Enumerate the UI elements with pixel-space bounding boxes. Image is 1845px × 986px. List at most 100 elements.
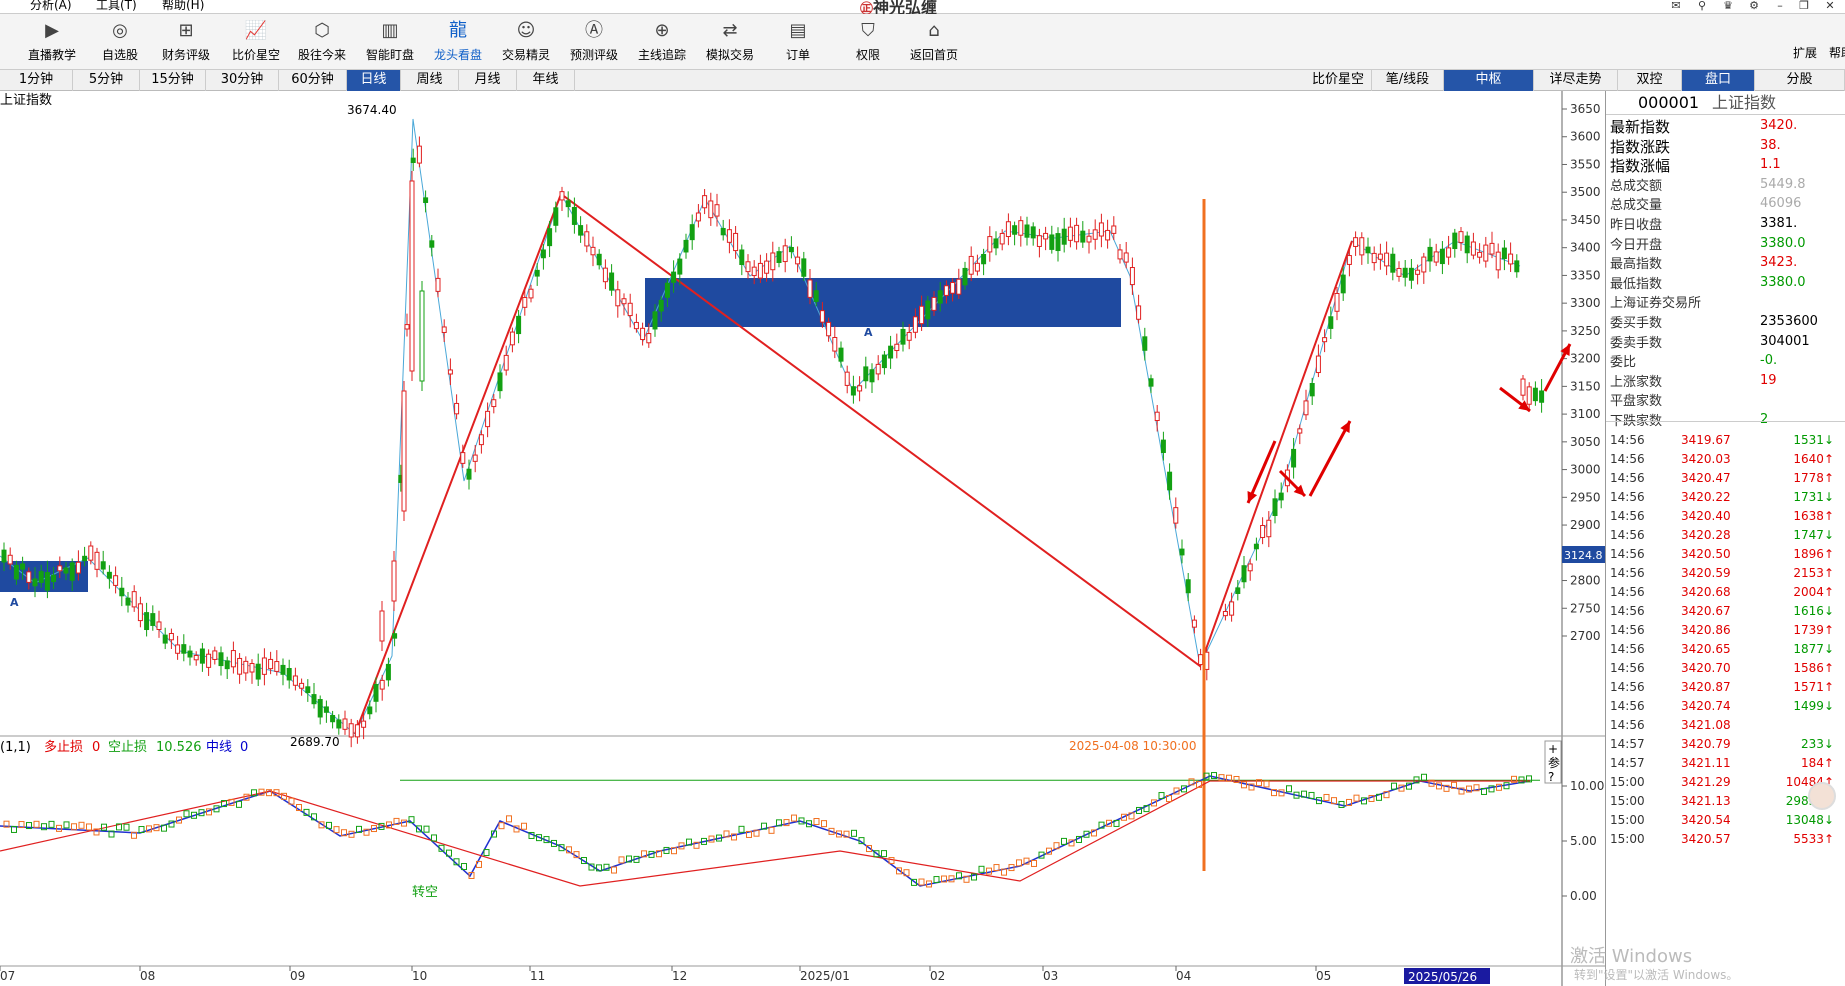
candle-body [726,229,732,243]
tick-volume: 1638↑ [1793,509,1834,523]
candle-body [385,663,391,681]
candle-body [534,269,540,277]
tick-row: 14:57 3421.11 184↑ [1606,754,1845,773]
tick-volume: 1616↓ [1793,604,1834,618]
indicator-bar [1286,785,1292,793]
date-badge-label: 2025/05/26 [1408,970,1477,984]
indicator-bar [1391,782,1397,790]
menu-help[interactable]: 帮助(H) [162,0,204,13]
y-tick-label: 2800 [1570,574,1601,588]
assistant-avatar[interactable] [1808,782,1836,810]
menu-tools[interactable]: 工具(T) [96,0,137,13]
view-tab-2[interactable]: 中枢 [1444,70,1534,91]
skin-icon[interactable]: ♛ [1720,0,1736,14]
candle-body [869,369,875,383]
candle-body [44,572,50,591]
candle-body [137,603,143,622]
toolbar-button-document[interactable]: ▤ 订单 [760,20,836,68]
quote-value: 3381. [1760,216,1798,231]
toolbar-button-compare-chart[interactable]: 📈 比价星空 [218,20,294,68]
candle-body [206,653,212,668]
indicator-bar [506,815,512,823]
toolbar-button-monitor[interactable]: ▥ 智能盯盘 [352,20,428,68]
tick-time: 14:57 [1610,737,1645,751]
toolbar-button-robot[interactable]: ☺ 交易精灵 [488,20,564,68]
menu-analysis[interactable]: 分析(A) [30,0,72,13]
toolbar-button-finance[interactable]: ⊞ 财务评级 [148,20,224,68]
candle-body [1136,305,1142,320]
view-tab-4[interactable]: 双控 [1618,70,1682,91]
candle-body [181,644,187,654]
candle-body [466,468,472,480]
period-tab-3[interactable]: 30分钟 [206,70,279,91]
kline-chart[interactable]: 3650 3600 3550 3500 3450 3400 3350 3300 3250 3200… [0,91,1605,986]
period-tab-0[interactable]: 1分钟 [0,70,73,91]
mail-icon[interactable]: ✉ [1668,0,1684,14]
candle-body [609,272,615,291]
tick-row: 15:00 3420.57 5533↑ [1606,830,1845,849]
candle-body [1260,524,1266,538]
candle-body [1012,225,1018,235]
candle-body [441,326,447,333]
candle-body [1266,519,1272,538]
pin-icon[interactable]: ⚲ [1694,0,1710,14]
help-button[interactable]: 帮助 [1829,44,1845,61]
candle-body [757,262,763,279]
candle-body [981,254,987,265]
toolbar-button-dragon[interactable]: 龍龙头看盘 [420,20,496,68]
compare-chart-icon: 📈 [244,20,268,41]
toolbar-button-ai[interactable]: Ⓐ 预测评级 [556,20,632,68]
toolbar-button-label: 自选股 [101,48,138,62]
candle-body [646,333,652,344]
candle-body [57,565,63,572]
toolbar-button-swap[interactable]: ⇄ 模拟交易 [692,20,768,68]
x-tick-label: 11 [530,969,545,983]
toolbar-button-play[interactable]: ▶ 直播教学 [14,20,90,68]
kline-chart-area[interactable]: 3650 3600 3550 3500 3450 3400 3350 3300 3250 3200… [0,91,1605,986]
expand-button[interactable]: 扩展 [1793,44,1817,61]
close-icon[interactable]: ✕ [1822,0,1838,14]
view-tab-3[interactable]: 详尽走势 [1534,70,1618,91]
view-tab-1[interactable]: 笔/线段 [1372,70,1444,91]
restore-icon[interactable]: ❐ [1796,0,1812,14]
candle-body [261,657,267,675]
candle-body [621,298,627,305]
candle-body [131,591,137,608]
candle-body [1427,246,1433,262]
candle-body [677,258,683,275]
home-icon: ⌂ [928,20,940,41]
candle-body [410,157,416,164]
period-tab-8[interactable]: 年线 [517,70,575,91]
toolbar-button-target[interactable]: ⊕ 主线追踪 [624,20,700,68]
period-tab-1[interactable]: 5分钟 [73,70,140,91]
view-tab-0[interactable]: 比价星空 [1305,70,1372,91]
period-tab-7[interactable]: 月线 [459,70,517,91]
settings-icon[interactable]: ⚙ [1746,0,1762,14]
period-tab-4[interactable]: 60分钟 [279,70,347,91]
view-tab-5[interactable]: 盘口 [1682,70,1755,91]
y-tick-label: 3500 [1570,185,1601,199]
minimize-icon[interactable]: – [1772,0,1788,14]
toolbar-button-radar[interactable]: ◎ 自选股 [82,20,158,68]
candle-body [125,597,131,606]
y-tick-label: 2700 [1570,629,1601,643]
period-tab-6[interactable]: 周线 [401,70,459,91]
tick-row: 14:57 3420.79 233↓ [1606,735,1845,754]
stock-name: 上证指数 [1712,93,1777,112]
candle-body [943,285,949,296]
candle-body [559,191,565,201]
period-tab-5[interactable]: 日线 [347,70,401,91]
robot-icon: ☺ [516,20,536,41]
indicator-bar [978,865,985,873]
view-tab-6[interactable]: 分股 [1755,70,1845,91]
toolbar-button-home[interactable]: ⌂ 返回首页 [896,20,972,68]
toolbar-button-cube[interactable]: ⬡ 股往今来 [284,20,360,68]
low-price-label: 2689.70 [290,735,340,749]
candle-body [1235,587,1241,594]
period-tab-2[interactable]: 15分钟 [140,70,206,91]
tick-time: 14:57 [1610,756,1645,770]
tick-time: 14:56 [1610,642,1645,656]
tick-volume: 1571↑ [1793,680,1834,694]
candle-body [745,261,751,273]
toolbar-button-shield[interactable]: ⛉ 权限 [830,20,906,68]
